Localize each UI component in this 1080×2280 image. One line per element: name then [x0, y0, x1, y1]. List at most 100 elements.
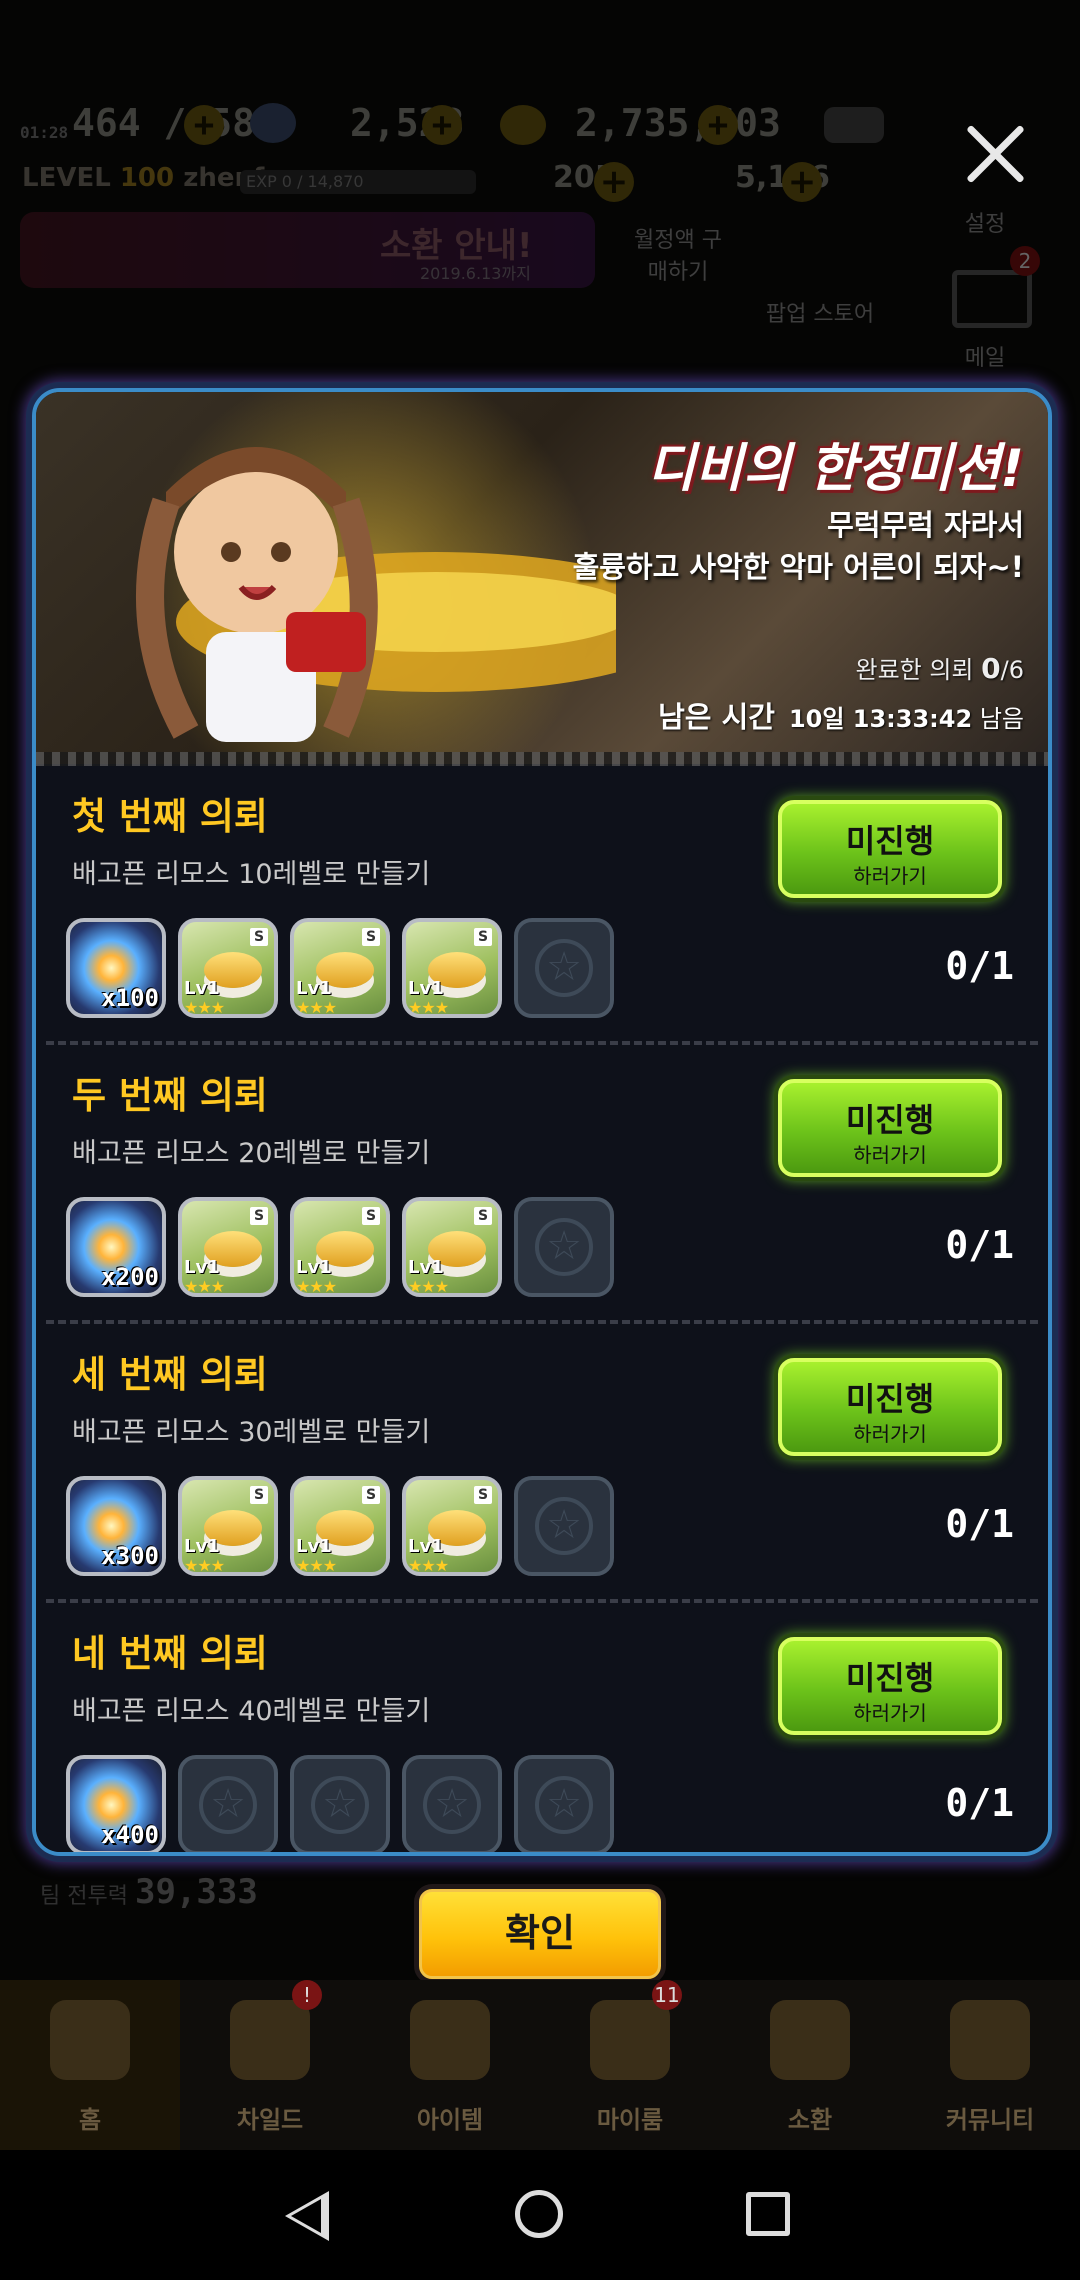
star-icon: ☆ — [535, 939, 593, 997]
empty-reward-slot: ☆ — [514, 1197, 614, 1297]
monthly-pass-button[interactable]: 월정액 구매하기 — [628, 222, 728, 286]
pet-reward[interactable]: S Lv1 ★★★ — [290, 1476, 390, 1576]
exp-bar: EXP 0 / 14,870 — [240, 170, 476, 194]
rank-tag: S — [474, 928, 492, 946]
home-nav-icon[interactable] — [515, 2190, 563, 2238]
gem-plus-button[interactable]: + — [422, 105, 462, 145]
close-icon[interactable] — [964, 122, 1026, 184]
star-rating: ★★★ — [296, 1277, 337, 1296]
mission-description: 배고픈 리모스 30레벨로 만들기 — [72, 1417, 431, 1448]
mission-title: 네 번째 의뢰 — [72, 1632, 268, 1675]
mission-banner: 디비의 한정미션! 무럭무럭 자라서 훌륭하고 사악한 악마 어른이 되자~! … — [36, 392, 1048, 766]
sub-resource-1-plus[interactable]: + — [594, 162, 634, 202]
myroom-icon — [590, 2000, 670, 2080]
popup-store-label[interactable]: 팝업 스토어 — [760, 296, 880, 328]
stamina-plus-button[interactable]: + — [184, 105, 224, 145]
mission-description: 배고픈 리모스 10레벨로 만들기 — [72, 859, 431, 890]
child-icon — [230, 2000, 310, 2080]
pet-reward[interactable]: S Lv1 ★★★ — [402, 1197, 502, 1297]
tab-summon[interactable]: 소환 — [720, 1980, 900, 2150]
team-power: 팀 전투력 39,333 — [40, 1872, 258, 1912]
completed-count: 완료한 의뢰 0/6 — [855, 652, 1024, 685]
tab-label: 아이템 — [416, 2106, 484, 2134]
rank-tag: S — [474, 1486, 492, 1504]
mission-row: 네 번째 의뢰 배고픈 리모스 40레벨로 만들기 x400 ☆ ☆ ☆ ☆ 미진행 하… — [36, 1603, 1048, 1852]
go-mission-button[interactable]: 미진행 하러가기 — [778, 1637, 1002, 1735]
reward-level: Lv1 — [184, 978, 220, 999]
mission-list[interactable]: 첫 번째 의뢰 배고픈 리모스 10레벨로 만들기 x100 S Lv1 ★★★… — [36, 766, 1048, 1852]
mission-description: 배고픈 리모스 20레벨로 만들기 — [72, 1138, 431, 1169]
gem-quantity: x100 — [101, 984, 159, 1012]
mission-row: 세 번째 의뢰 배고픈 리모스 30레벨로 만들기 x300 S Lv1 ★★★… — [36, 1324, 1048, 1603]
reward-level: Lv1 — [184, 1257, 220, 1278]
reward-level: Lv1 — [408, 1536, 444, 1557]
button-status-label: 미진행 — [845, 1101, 935, 1139]
rank-tag: S — [250, 1486, 268, 1504]
gold-plus-button[interactable]: + — [698, 105, 738, 145]
reward-level: Lv1 — [296, 978, 332, 999]
sub-resource-2-plus[interactable]: + — [782, 162, 822, 202]
back-icon[interactable] — [285, 2191, 329, 2241]
go-mission-button[interactable]: 미진행 하러가기 — [778, 1358, 1002, 1456]
tab-label: 소환 — [787, 2106, 833, 2134]
clock: 01:28 — [20, 123, 69, 142]
tab-badge: ! — [292, 1980, 322, 2010]
mail-label: 메일 — [964, 346, 1006, 371]
gem-reward[interactable]: x400 — [66, 1755, 166, 1852]
recents-icon[interactable] — [746, 2192, 790, 2236]
tab-home[interactable]: 홈 — [0, 1980, 180, 2150]
button-status-label: 미진행 — [845, 822, 935, 860]
empty-reward-slot: ☆ — [514, 918, 614, 1018]
star-rating: ★★★ — [296, 998, 337, 1017]
go-mission-button[interactable]: 미진행 하러가기 — [778, 1079, 1002, 1177]
mission-progress: 0/1 — [945, 1223, 1014, 1267]
gem-quantity: x300 — [101, 1542, 159, 1570]
mission-row: 첫 번째 의뢰 배고픈 리모스 10레벨로 만들기 x100 S Lv1 ★★★… — [36, 766, 1048, 1045]
empty-reward-slot: ☆ — [290, 1755, 390, 1852]
empty-reward-slot: ☆ — [514, 1755, 614, 1852]
summon-banner[interactable]: 소환 안내! 2019.6.13까지 — [20, 212, 595, 288]
pet-reward[interactable]: S Lv1 ★★★ — [178, 1476, 278, 1576]
chat-icon[interactable] — [824, 107, 884, 143]
tab-badge: 11 — [652, 1980, 682, 2010]
empty-reward-slot: ☆ — [402, 1755, 502, 1852]
pet-reward[interactable]: S Lv1 ★★★ — [402, 918, 502, 1018]
summon-icon — [770, 2000, 850, 2080]
rank-tag: S — [362, 1486, 380, 1504]
rank-tag: S — [250, 1207, 268, 1225]
character-illustration — [136, 447, 616, 742]
tab-child[interactable]: ! 차일드 — [180, 1980, 360, 2150]
button-status-label: 미진행 — [845, 1380, 935, 1418]
pet-reward[interactable]: S Lv1 ★★★ — [178, 1197, 278, 1297]
tab-item[interactable]: 아이템 — [360, 1980, 540, 2150]
mission-title: 세 번째 의뢰 — [72, 1353, 268, 1396]
tab-label: 마이룸 — [596, 2106, 664, 2134]
item-icon — [410, 2000, 490, 2080]
home-icon — [50, 2000, 130, 2080]
reward-level: Lv1 — [184, 1536, 220, 1557]
gold-value: 2,735,603 — [575, 101, 781, 145]
settings-label: 설정 — [964, 212, 1006, 237]
tab-label: 홈 — [78, 2106, 102, 2134]
bottom-tab-bar: 홈 ! 차일드 아이템 11 마이룸 소환 커뮤니티 — [0, 1980, 1080, 2150]
gem-quantity: x200 — [101, 1263, 159, 1291]
gem-reward[interactable]: x100 — [66, 918, 166, 1018]
tab-myroom[interactable]: 11 마이룸 — [540, 1980, 720, 2150]
mail-icon[interactable] — [952, 270, 1032, 328]
pet-reward[interactable]: S Lv1 ★★★ — [290, 918, 390, 1018]
confirm-button[interactable]: 확인 — [414, 1884, 666, 1984]
gem-reward[interactable]: x200 — [66, 1197, 166, 1297]
gem-reward[interactable]: x300 — [66, 1476, 166, 1576]
star-icon: ☆ — [535, 1776, 593, 1834]
pet-reward[interactable]: S Lv1 ★★★ — [402, 1476, 502, 1576]
star-rating: ★★★ — [296, 1556, 337, 1575]
modal-subtitle: 무럭무럭 자라서 훌륭하고 사악한 악마 어른이 되자~! — [572, 508, 1024, 584]
pet-reward[interactable]: S Lv1 ★★★ — [290, 1197, 390, 1297]
star-rating: ★★★ — [184, 1277, 225, 1296]
tab-community[interactable]: 커뮤니티 — [900, 1980, 1080, 2150]
tab-label: 커뮤니티 — [945, 2106, 1035, 2134]
mission-title: 첫 번째 의뢰 — [72, 795, 268, 838]
modal-title: 디비의 한정미션! — [647, 439, 1024, 499]
go-mission-button[interactable]: 미진행 하러가기 — [778, 800, 1002, 898]
pet-reward[interactable]: S Lv1 ★★★ — [178, 918, 278, 1018]
